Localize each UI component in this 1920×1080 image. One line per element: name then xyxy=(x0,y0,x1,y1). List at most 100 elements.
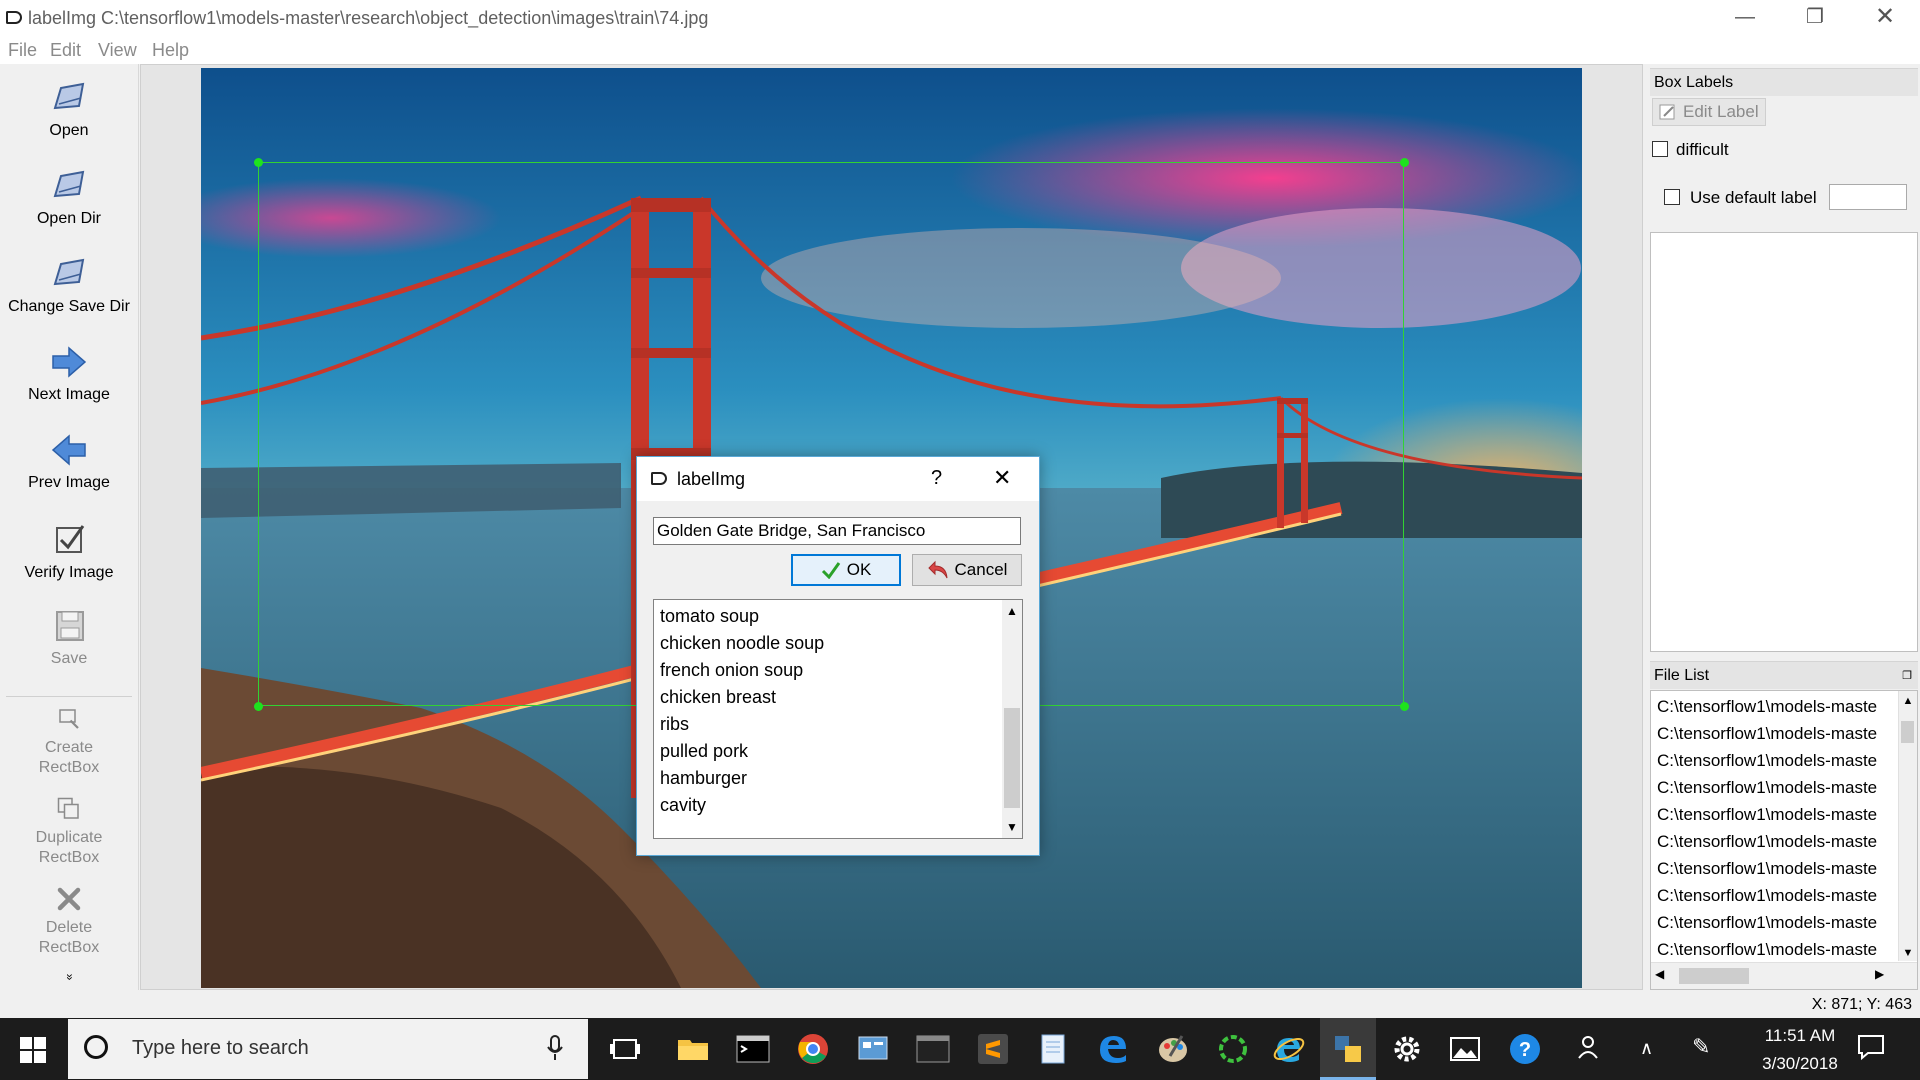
menu-edit[interactable]: Edit xyxy=(50,40,81,61)
file-list-title: File List ❐ xyxy=(1650,661,1918,689)
python-app-icon xyxy=(1335,1036,1361,1062)
dialog-title: labelImg xyxy=(677,469,746,489)
verify-image-button[interactable]: Verify Image xyxy=(0,520,138,582)
scroll-down-icon[interactable]: ▼ xyxy=(1899,947,1917,959)
paint-icon[interactable] xyxy=(1156,1032,1190,1066)
people-icon[interactable] xyxy=(1576,1032,1610,1066)
notepad-icon[interactable] xyxy=(1036,1032,1070,1066)
terminal-icon[interactable] xyxy=(736,1032,770,1066)
label-history-item[interactable]: chicken breast xyxy=(660,687,776,708)
notifications-icon[interactable] xyxy=(1856,1032,1890,1066)
scroll-down-icon[interactable]: ▼ xyxy=(1002,820,1022,834)
chrome-icon[interactable] xyxy=(796,1032,830,1066)
folder-icon xyxy=(53,82,85,110)
clock-date[interactable]: 3/30/2018 xyxy=(1748,1054,1852,1074)
change-save-dir-button[interactable]: Change Save Dir xyxy=(0,254,138,316)
edit-label-button[interactable]: Edit Label xyxy=(1652,98,1766,126)
control-panel-icon[interactable] xyxy=(856,1032,890,1066)
help-icon[interactable]: ? xyxy=(1508,1032,1542,1066)
photos-icon[interactable] xyxy=(1448,1032,1482,1066)
menu-file[interactable]: File xyxy=(8,40,37,61)
scroll-thumb[interactable] xyxy=(1901,721,1914,743)
windows-logo-icon xyxy=(20,1037,46,1063)
file-list-item[interactable]: C:\tensorflow1\models-maste xyxy=(1657,913,1899,933)
float-dock-icon[interactable]: ❐ xyxy=(1902,662,1912,690)
file-explorer-icon[interactable] xyxy=(676,1032,710,1066)
label-history-item[interactable]: french onion soup xyxy=(660,660,803,681)
label-input[interactable] xyxy=(653,517,1021,545)
dialog-close-button[interactable]: ✕ xyxy=(993,465,1011,491)
minimize-button[interactable]: — xyxy=(1710,0,1780,36)
start-button[interactable] xyxy=(20,1037,46,1068)
label-history-item[interactable]: pulled pork xyxy=(660,741,748,762)
scroll-thumb[interactable] xyxy=(1004,708,1020,808)
dialog-help-button[interactable]: ? xyxy=(931,467,942,490)
taskbar-active-app[interactable] xyxy=(1320,1018,1376,1080)
console-icon[interactable] xyxy=(916,1032,950,1066)
open-button[interactable]: Open xyxy=(0,78,138,140)
duplicate-rectbox-button[interactable]: Duplicate RectBox xyxy=(0,794,138,868)
menu-help[interactable]: Help xyxy=(152,40,189,61)
file-list-item[interactable]: C:\tensorflow1\models-maste xyxy=(1657,886,1899,906)
app-icon xyxy=(6,11,22,24)
edge-icon[interactable] xyxy=(1096,1032,1130,1066)
task-view-icon[interactable] xyxy=(608,1032,642,1066)
menu-view[interactable]: View xyxy=(98,40,137,61)
save-button[interactable]: Save xyxy=(0,606,138,668)
box-labels-list[interactable] xyxy=(1650,232,1918,652)
checkbox-check-icon xyxy=(56,525,85,553)
create-rectbox-button[interactable]: Create RectBox xyxy=(0,704,138,778)
file-list-item[interactable]: C:\tensorflow1\models-maste xyxy=(1657,832,1899,852)
file-list-item[interactable]: C:\tensorflow1\models-maste xyxy=(1657,751,1899,771)
label-history-item[interactable]: cavity xyxy=(660,795,706,816)
bbox-handle-bottom-right[interactable] xyxy=(1400,702,1409,711)
pen-icon[interactable]: ✎ xyxy=(1692,1034,1710,1060)
difficult-checkbox[interactable] xyxy=(1652,141,1668,157)
bbox-handle-top-left[interactable] xyxy=(254,158,263,167)
file-list-vscrollbar[interactable]: ▲ ▼ xyxy=(1898,691,1917,961)
next-image-button[interactable]: Next Image xyxy=(0,342,138,404)
restore-button[interactable]: ❐ xyxy=(1780,0,1850,36)
file-list-hscrollbar[interactable]: ◀ ▶ xyxy=(1651,962,1917,989)
label-history-item[interactable]: ribs xyxy=(660,714,689,735)
toolbar-more-button[interactable]: » xyxy=(63,967,77,987)
file-list-item[interactable]: C:\tensorflow1\models-maste xyxy=(1657,805,1899,825)
use-default-label-checkbox[interactable] xyxy=(1664,189,1680,205)
toolbar: Open Open Dir Change Save Dir Next Image… xyxy=(0,64,139,990)
file-list-item[interactable]: C:\tensorflow1\models-maste xyxy=(1657,940,1899,960)
file-list-item[interactable]: C:\tensorflow1\models-maste xyxy=(1657,697,1899,717)
file-list-item[interactable]: C:\tensorflow1\models-maste xyxy=(1657,859,1899,879)
dialog-title-bar: labelImg ? ✕ xyxy=(637,457,1039,501)
file-list-item[interactable]: C:\tensorflow1\models-maste xyxy=(1657,778,1899,798)
label-history-item[interactable]: chicken noodle soup xyxy=(660,633,824,654)
bbox-handle-top-right[interactable] xyxy=(1400,158,1409,167)
settings-gear-icon[interactable] xyxy=(1390,1032,1424,1066)
scroll-up-icon[interactable]: ▲ xyxy=(1002,604,1022,618)
scroll-left-icon[interactable]: ◀ xyxy=(1655,967,1664,981)
show-hidden-icons-chevron-icon[interactable]: ∧ xyxy=(1640,1038,1653,1059)
label-history-item[interactable]: tomato soup xyxy=(660,606,759,627)
scroll-up-icon[interactable]: ▲ xyxy=(1899,695,1917,707)
loading-ring-icon[interactable] xyxy=(1216,1032,1250,1066)
sublime-text-icon[interactable] xyxy=(976,1032,1010,1066)
cancel-button[interactable]: Cancel xyxy=(912,554,1022,586)
label-history-item[interactable]: hamburger xyxy=(660,768,747,789)
hscroll-thumb[interactable] xyxy=(1679,968,1749,984)
ok-button[interactable]: OK xyxy=(791,554,901,586)
label-list-scrollbar[interactable]: ▲ ▼ xyxy=(1002,600,1022,838)
bbox-handle-bottom-left[interactable] xyxy=(254,702,263,711)
prev-image-button[interactable]: Prev Image xyxy=(0,430,138,492)
file-list-item[interactable]: C:\tensorflow1\models-maste xyxy=(1657,724,1899,744)
clock-time[interactable]: 11:51 AM xyxy=(1748,1026,1852,1046)
scroll-right-icon[interactable]: ▶ xyxy=(1875,967,1884,981)
default-label-input[interactable] xyxy=(1829,184,1907,210)
file-list[interactable]: C:\tensorflow1\models-maste C:\tensorflow… xyxy=(1650,690,1918,990)
open-dir-button[interactable]: Open Dir xyxy=(0,166,138,228)
microphone-icon[interactable] xyxy=(546,1035,564,1061)
delete-rectbox-button[interactable]: Delete RectBox xyxy=(0,884,138,958)
internet-explorer-icon[interactable] xyxy=(1272,1032,1306,1066)
close-button[interactable]: ✕ xyxy=(1850,0,1920,36)
taskbar-search[interactable]: Type here to search xyxy=(68,1019,588,1079)
check-icon xyxy=(821,562,840,579)
label-history-list[interactable]: tomato soup chicken noodle soup french oni… xyxy=(653,599,1023,839)
